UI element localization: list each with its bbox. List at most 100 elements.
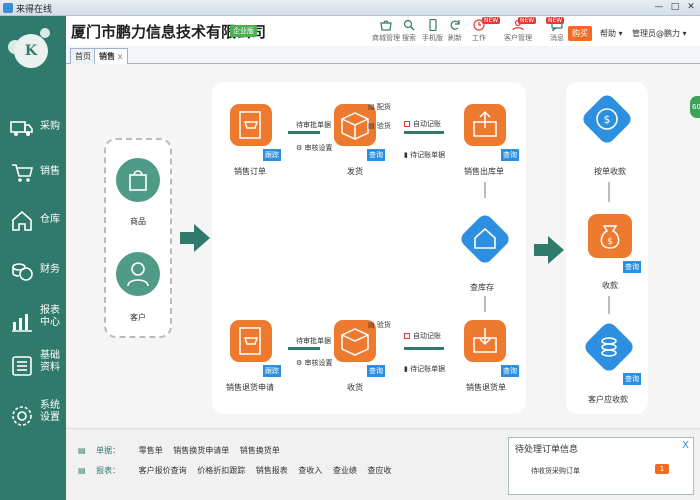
tool-search[interactable]: 搜索 xyxy=(402,19,416,43)
query-tag[interactable]: 查询 xyxy=(500,364,520,378)
receivable-node[interactable] xyxy=(582,320,636,374)
side-float-badge[interactable]: 60 xyxy=(690,96,700,118)
auto-account-checkbox[interactable] xyxy=(404,121,410,127)
receive-label: 收货 xyxy=(347,383,363,392)
sidebar: K 采购 销售 仓库 财务 报表 中心 基础 资料 系统 设置 xyxy=(0,16,66,500)
cart-icon xyxy=(12,164,34,182)
sidebar-item-basic-data[interactable]: 基础 资料 xyxy=(0,346,66,386)
pending-purchase-link[interactable]: 待收货采购订单 xyxy=(531,466,580,476)
collect-node[interactable]: $ xyxy=(588,214,632,258)
inspect-label: 验货 xyxy=(376,321,391,329)
dashed-connector xyxy=(484,296,486,312)
report-link[interactable]: 查业绩 xyxy=(333,466,357,475)
flow-line xyxy=(288,347,320,350)
by-order-payment-label: 按单收款 xyxy=(594,167,626,176)
download-box-icon xyxy=(473,328,497,353)
user-menu[interactable]: 管理员@鹏力 ▾ xyxy=(632,28,687,39)
close-window-button[interactable]: ✕ xyxy=(684,2,698,13)
pending-count-badge[interactable]: 1 xyxy=(655,464,669,474)
report-link[interactable]: 客户报价查询 xyxy=(139,466,187,475)
pending-account-link[interactable]: ▮ 待记账单据 xyxy=(404,150,445,160)
left-entities-panel: 商品 客户 xyxy=(104,138,172,338)
label-line: 报表 xyxy=(40,305,60,316)
return-request-node[interactable] xyxy=(230,320,272,362)
sales-return-node[interactable] xyxy=(464,320,506,362)
tool-store[interactable]: 商城管理 xyxy=(372,19,400,43)
edition-badge: 企业版 xyxy=(230,25,257,37)
search-icon xyxy=(403,19,415,31)
flow-line xyxy=(404,347,444,350)
query-tag[interactable]: 查询 xyxy=(500,148,520,162)
user-label: 管理员@鹏力 xyxy=(632,29,680,38)
coin-stack-icon xyxy=(601,337,617,357)
inspect-link[interactable]: ▤ 验货 xyxy=(368,121,391,131)
house-icon xyxy=(12,210,32,231)
report-icon: ▤ xyxy=(78,466,86,475)
chevron-down-icon: ▾ xyxy=(682,29,687,38)
sales-out-stock-node[interactable] xyxy=(464,104,506,146)
inventory-node[interactable] xyxy=(458,212,512,266)
close-tab-icon[interactable]: x xyxy=(118,52,123,61)
deliver-label: 发货 xyxy=(347,167,363,176)
tool-customer[interactable]: NEW 客户管理 xyxy=(504,17,537,43)
sidebar-item-warehouse[interactable]: 仓库 xyxy=(0,201,66,241)
tool-messages[interactable]: NEW 消息 xyxy=(546,17,565,43)
reports-title-label: 报表： xyxy=(96,466,121,475)
report-link[interactable]: 销售报表 xyxy=(256,466,288,475)
tool-mobile[interactable]: 手机版 xyxy=(422,19,443,43)
audit-settings-link[interactable]: ⚙ 审核设置 xyxy=(296,143,333,153)
auto-account-checkbox[interactable] xyxy=(404,333,410,339)
sidebar-item-purchase[interactable]: 采购 xyxy=(0,108,66,148)
sidebar-item-sales[interactable]: 销售 xyxy=(0,153,66,193)
inspect-label: 验货 xyxy=(376,122,391,130)
product-label: 商品 xyxy=(130,217,146,226)
buy-button[interactable]: 购买 xyxy=(568,26,592,41)
gear-icon: ⚙ xyxy=(296,359,303,367)
pending-account-link[interactable]: ▮ 待记账单据 xyxy=(404,364,445,374)
docs-link[interactable]: 销售换货单 xyxy=(240,446,280,455)
phone-icon xyxy=(428,19,437,31)
docs-link[interactable]: 零售单 xyxy=(139,446,163,455)
report-link[interactable]: 价格折扣跟踪 xyxy=(197,466,245,475)
doc-icon: ▤ xyxy=(368,321,375,329)
doc-icon: ▮ xyxy=(404,365,408,373)
product-node[interactable] xyxy=(116,158,160,202)
sales-order-node[interactable] xyxy=(230,104,272,146)
help-menu[interactable]: 帮助 ▾ xyxy=(600,28,623,39)
query-tag[interactable]: 查询 xyxy=(366,364,386,378)
track-tag[interactable]: 跟踪 xyxy=(262,148,282,162)
query-tag[interactable]: 查询 xyxy=(366,148,386,162)
maximize-button[interactable]: □ xyxy=(668,2,682,13)
money-bag-icon: $ xyxy=(600,225,620,249)
tab-label: 销售 xyxy=(99,52,115,61)
tool-refresh[interactable]: 刷新 xyxy=(448,19,462,43)
pending-approval-link[interactable]: 待审批单据 xyxy=(296,336,331,346)
sales-out-stock-label: 销售出库单 xyxy=(464,167,504,176)
receivable-label: 客户应收款 xyxy=(588,395,628,404)
audit-settings-label: 审核设置 xyxy=(304,359,333,367)
inspect-link[interactable]: ▤ 验货 xyxy=(368,320,391,330)
docs-link[interactable]: 销售换货申请单 xyxy=(173,446,229,455)
pending-approval-link[interactable]: 待审批单据 xyxy=(296,120,331,130)
pick-link[interactable]: ▤ 配货 xyxy=(368,102,391,112)
tool-work[interactable]: NEW 工作 xyxy=(472,17,501,43)
tab-sales[interactable]: 销售 x xyxy=(94,48,128,64)
docs-title: ▤ 单据： xyxy=(78,446,128,455)
query-tag[interactable]: 查询 xyxy=(622,372,642,386)
customer-node[interactable] xyxy=(116,252,160,296)
pending-orders-popup: 待处理订单信息 X 待收货采购订单 1 xyxy=(508,437,694,495)
sidebar-item-finance[interactable]: 财务 xyxy=(0,251,66,291)
flow-line xyxy=(404,131,444,134)
tab-home[interactable]: 首页 xyxy=(70,48,96,64)
report-link[interactable]: 查收入 xyxy=(298,466,322,475)
sidebar-item-reports[interactable]: 报表 中心 xyxy=(0,301,66,341)
report-link[interactable]: 查应收 xyxy=(367,466,391,475)
by-order-payment-node[interactable]: $ xyxy=(580,92,634,146)
minimize-button[interactable]: — xyxy=(652,2,666,13)
track-tag[interactable]: 跟踪 xyxy=(262,364,282,378)
popup-close-button[interactable]: X xyxy=(682,440,689,451)
audit-settings-link[interactable]: ⚙ 审核设置 xyxy=(296,358,333,368)
query-tag[interactable]: 查询 xyxy=(622,260,642,274)
sidebar-item-settings[interactable]: 系统 设置 xyxy=(0,396,66,436)
refresh-icon xyxy=(450,20,460,30)
